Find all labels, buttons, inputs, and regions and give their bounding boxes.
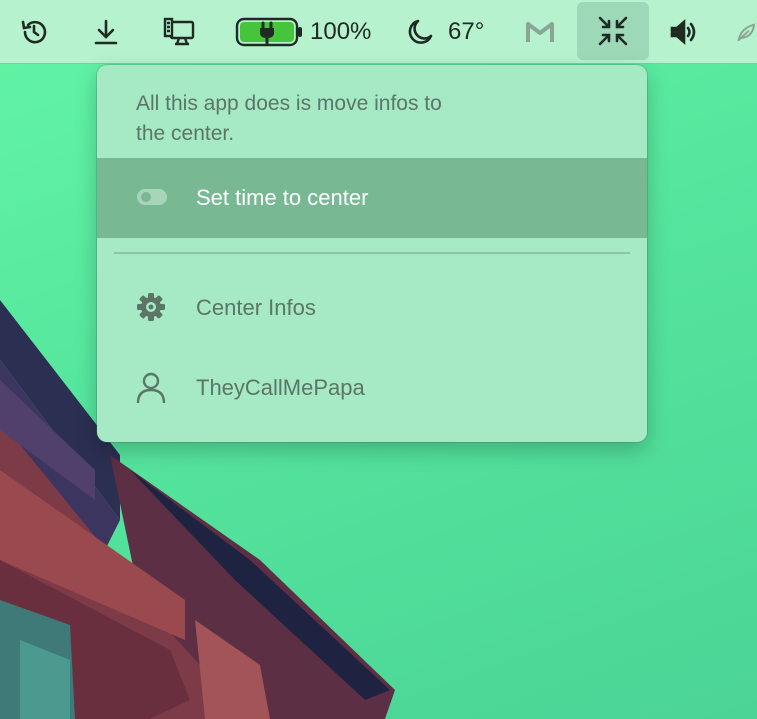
- history-icon[interactable]: [14, 0, 54, 63]
- toggle-switch-icon[interactable]: [136, 187, 168, 207]
- user-icon: [136, 372, 166, 404]
- menu-separator: [114, 252, 630, 254]
- collapse-arrows-icon[interactable]: [577, 2, 649, 60]
- battery-percentage[interactable]: 100%: [310, 0, 378, 63]
- menu-item-label: Center Infos: [196, 295, 316, 320]
- speaker-icon[interactable]: [667, 0, 703, 63]
- battery-level-indicator: [235, 17, 302, 46]
- gear-icon: [137, 293, 165, 321]
- leaf-icon[interactable]: [735, 0, 757, 63]
- gmail-icon[interactable]: [522, 0, 558, 63]
- menu-item-label: Set time to center: [196, 185, 369, 210]
- app-dropdown-menu: All this app does is move infos to the c…: [97, 65, 647, 442]
- download-icon[interactable]: [86, 0, 126, 63]
- menu-item-set-time-to-center[interactable]: Set time to center: [97, 158, 647, 238]
- menu-item-they-call-me-papa[interactable]: TheyCallMePapa: [97, 347, 647, 427]
- menu-item-center-infos[interactable]: Center Infos: [97, 267, 647, 347]
- moon-icon[interactable]: [403, 0, 437, 63]
- battery-icon[interactable]: [234, 0, 304, 63]
- monitor-icon[interactable]: [158, 0, 200, 63]
- app-description: All this app does is move infos to the c…: [136, 92, 442, 145]
- temperature-value[interactable]: 67°: [448, 0, 498, 63]
- menu-item-label: TheyCallMePapa: [196, 375, 365, 400]
- menu-bar: 100% 67°: [0, 0, 757, 64]
